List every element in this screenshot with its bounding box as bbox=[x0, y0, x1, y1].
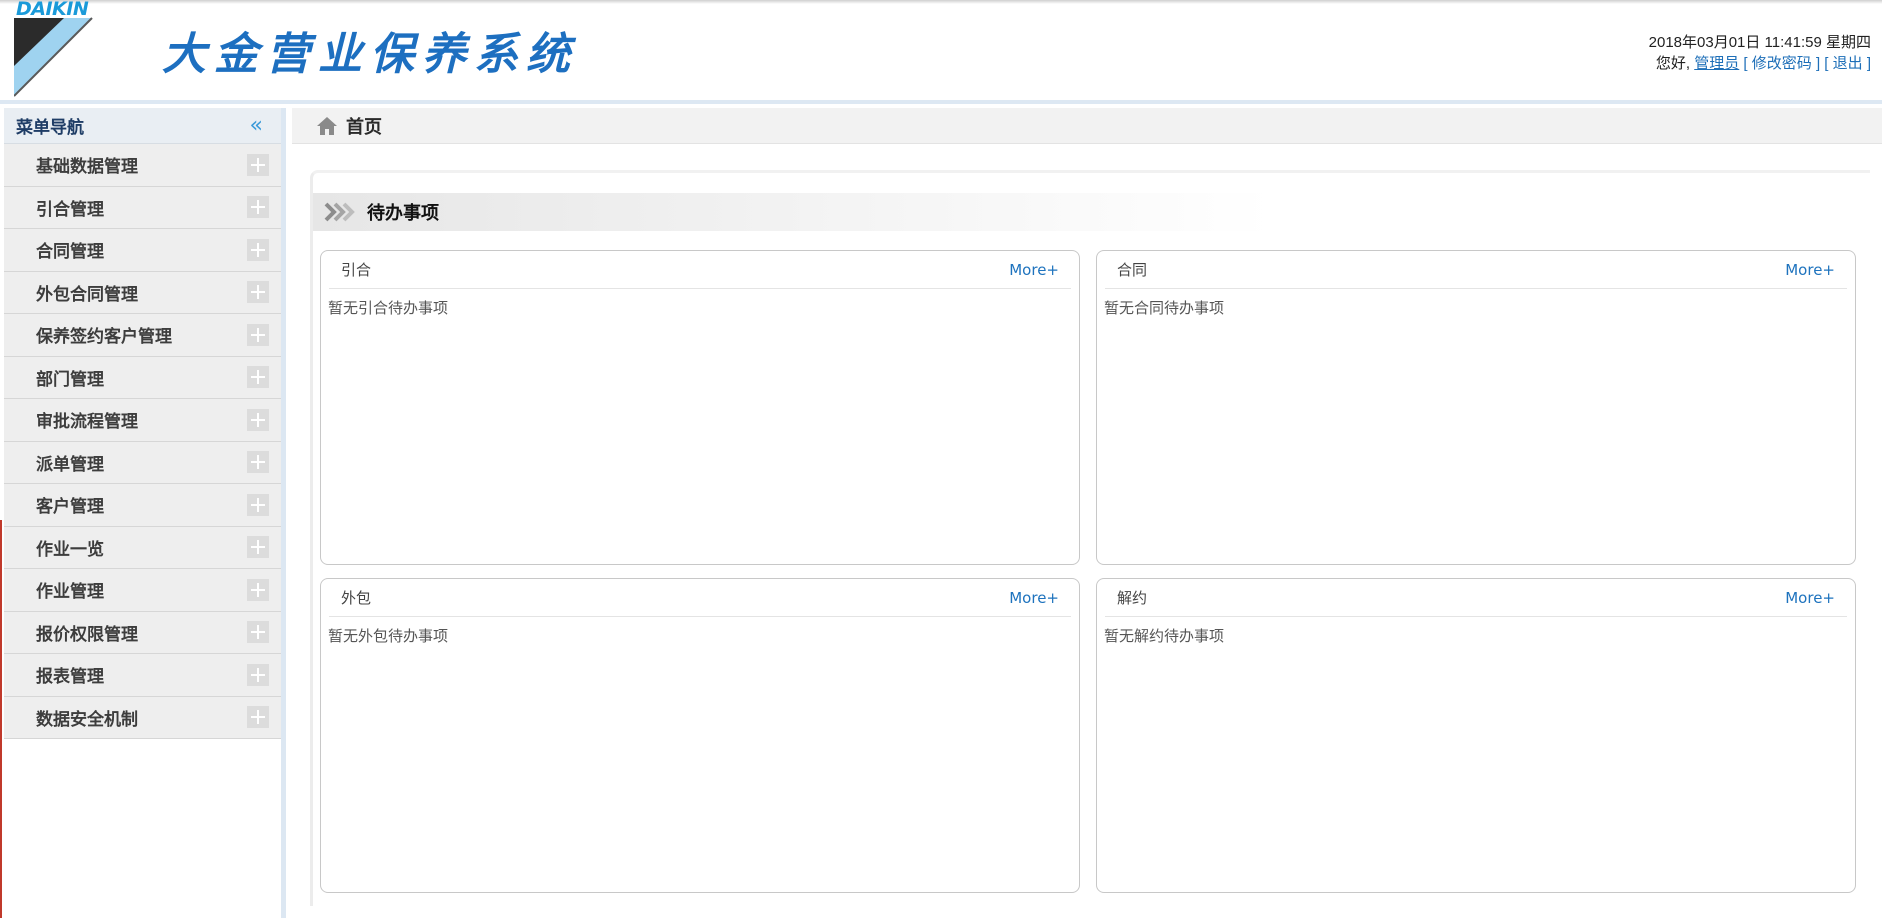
sidebar-item-label: 合同管理 bbox=[36, 242, 104, 263]
sidebar-item-job-list[interactable]: 作业一览 bbox=[4, 526, 281, 569]
card-empty-text: 暂无合同待办事项 bbox=[1104, 299, 1225, 317]
todo-card-termination: 解约 More+ 暂无解约待办事项 bbox=[1096, 578, 1856, 893]
sidebar-item-data-security[interactable]: 数据安全机制 bbox=[4, 696, 281, 739]
expand-plus-icon[interactable] bbox=[247, 281, 269, 304]
card-header: 解约 More+ bbox=[1105, 579, 1847, 617]
greeting-text: 您好, bbox=[1655, 55, 1691, 72]
bracket-close-2: ] bbox=[1866, 55, 1871, 72]
expand-plus-icon[interactable] bbox=[247, 663, 269, 686]
sidebar-item-label: 报价权限管理 bbox=[36, 624, 138, 645]
sidebar-item-quote-permission[interactable]: 报价权限管理 bbox=[4, 611, 281, 654]
card-more-link[interactable]: More+ bbox=[1009, 261, 1059, 279]
sidebar-item-label: 基础数据管理 bbox=[36, 157, 138, 178]
sidebar-item-inquiry[interactable]: 引合管理 bbox=[4, 186, 281, 229]
left-window-edge bbox=[0, 520, 2, 918]
expand-plus-icon[interactable] bbox=[247, 621, 269, 644]
todo-card-inquiry: 引合 More+ 暂无引合待办事项 bbox=[320, 250, 1080, 565]
sidebar-item-basic-data[interactable]: 基础数据管理 bbox=[4, 144, 281, 187]
card-header: 合同 More+ bbox=[1105, 251, 1847, 289]
sidebar-item-label: 审批流程管理 bbox=[36, 412, 138, 433]
header-user-area: 2018年03月01日 11:41:59 星期四 您好, 管理员 [ 修改密码 … bbox=[1649, 32, 1871, 74]
sidebar-item-maintenance-customer[interactable]: 保养签约客户管理 bbox=[4, 314, 281, 357]
sidebar-item-department[interactable]: 部门管理 bbox=[4, 356, 281, 399]
sidebar-item-outsource-contract[interactable]: 外包合同管理 bbox=[4, 271, 281, 314]
datetime-display: 2018年03月01日 11:41:59 星期四 bbox=[1648, 34, 1871, 51]
collapse-sidebar-icon[interactable]: « bbox=[250, 114, 263, 137]
double-chevron-right-icon bbox=[324, 202, 355, 222]
sidebar-item-label: 作业一览 bbox=[36, 539, 104, 560]
expand-plus-icon[interactable] bbox=[247, 366, 269, 389]
card-title: 外包 bbox=[341, 589, 372, 607]
sidebar-header: 菜单导航 « bbox=[4, 108, 281, 144]
header-top-line bbox=[0, 0, 1882, 4]
expand-plus-icon[interactable] bbox=[247, 451, 269, 474]
card-more-link[interactable]: More+ bbox=[1009, 589, 1059, 607]
card-header: 外包 More+ bbox=[329, 579, 1071, 617]
sidebar-item-customer[interactable]: 客户管理 bbox=[4, 484, 281, 527]
user-profile-link[interactable]: 管理员 bbox=[1694, 55, 1739, 72]
logo-text: DAIKIN bbox=[16, 0, 89, 20]
sidebar-item-label: 客户管理 bbox=[36, 497, 104, 518]
sidebar-item-contract[interactable]: 合同管理 bbox=[4, 229, 281, 272]
card-more-link[interactable]: More+ bbox=[1785, 589, 1835, 607]
sidebar-item-label: 派单管理 bbox=[36, 454, 104, 475]
expand-plus-icon[interactable] bbox=[247, 323, 269, 346]
main-content: 首页 待办事项 引合 More+ 暂无引合待办事项 合同 More+ 暂无合同待… bbox=[292, 108, 1882, 918]
card-more-link[interactable]: More+ bbox=[1785, 261, 1835, 279]
todo-panel: 待办事项 引合 More+ 暂无引合待办事项 合同 More+ 暂无合同待办事项… bbox=[310, 170, 1870, 906]
sidebar-item-label: 保养签约客户管理 bbox=[36, 327, 172, 348]
expand-plus-icon[interactable] bbox=[247, 196, 269, 219]
card-title: 引合 bbox=[341, 261, 372, 279]
card-title: 合同 bbox=[1117, 261, 1148, 279]
card-empty-text: 暂无外包待办事项 bbox=[328, 627, 449, 645]
sidebar-item-dispatch[interactable]: 派单管理 bbox=[4, 441, 281, 484]
sidebar-menu: 菜单导航 « 基础数据管理 引合管理 合同管理 外包合同管理 保养签约客户管理 … bbox=[4, 108, 286, 918]
sidebar-item-reports[interactable]: 报表管理 bbox=[4, 654, 281, 697]
breadcrumb-home[interactable]: 首页 bbox=[346, 113, 382, 139]
expand-plus-icon[interactable] bbox=[247, 578, 269, 601]
sidebar-item-label: 引合管理 bbox=[36, 199, 104, 220]
home-icon bbox=[317, 116, 337, 135]
todo-card-outsource: 外包 More+ 暂无外包待办事项 bbox=[320, 578, 1080, 893]
app-title: 大金营业保养系统 bbox=[162, 29, 578, 80]
sidebar-item-label: 数据安全机制 bbox=[36, 709, 138, 730]
card-empty-text: 暂无引合待办事项 bbox=[328, 299, 449, 317]
card-empty-text: 暂无解约待办事项 bbox=[1104, 627, 1225, 645]
change-password-link[interactable]: 修改密码 bbox=[1752, 55, 1812, 72]
bracket-open-2: [ bbox=[1824, 55, 1829, 72]
daikin-logo: DAIKIN bbox=[13, 0, 100, 98]
sidebar-item-approval-flow[interactable]: 审批流程管理 bbox=[4, 399, 281, 442]
expand-plus-icon[interactable] bbox=[247, 408, 269, 431]
sidebar-item-label: 外包合同管理 bbox=[36, 284, 138, 305]
app-header: DAIKIN 大金营业保养系统 2018年03月01日 11:41:59 星期四… bbox=[0, 0, 1882, 104]
expand-plus-icon[interactable] bbox=[247, 153, 269, 176]
bracket-open: [ bbox=[1743, 55, 1748, 72]
user-links: 您好, 管理员 [ 修改密码 ] [ 退出 ] bbox=[1649, 53, 1871, 74]
expand-plus-icon[interactable] bbox=[247, 493, 269, 516]
card-title: 解约 bbox=[1117, 589, 1148, 607]
sidebar-item-label: 作业管理 bbox=[36, 582, 104, 603]
sidebar-item-label: 部门管理 bbox=[36, 369, 104, 390]
todo-section-header: 待办事项 bbox=[313, 193, 1513, 231]
logout-link[interactable]: 退出 bbox=[1833, 55, 1863, 72]
card-header: 引合 More+ bbox=[329, 251, 1071, 289]
expand-plus-icon[interactable] bbox=[247, 706, 269, 729]
expand-plus-icon[interactable] bbox=[247, 238, 269, 261]
todo-card-contract: 合同 More+ 暂无合同待办事项 bbox=[1096, 250, 1856, 565]
todo-section-title: 待办事项 bbox=[367, 203, 439, 224]
sidebar-item-label: 报表管理 bbox=[36, 667, 104, 688]
expand-plus-icon[interactable] bbox=[247, 536, 269, 559]
breadcrumb: 首页 bbox=[292, 108, 1882, 144]
sidebar-item-job-management[interactable]: 作业管理 bbox=[4, 569, 281, 612]
bracket-close: ] bbox=[1815, 55, 1821, 72]
sidebar-title: 菜单导航 bbox=[16, 118, 84, 138]
